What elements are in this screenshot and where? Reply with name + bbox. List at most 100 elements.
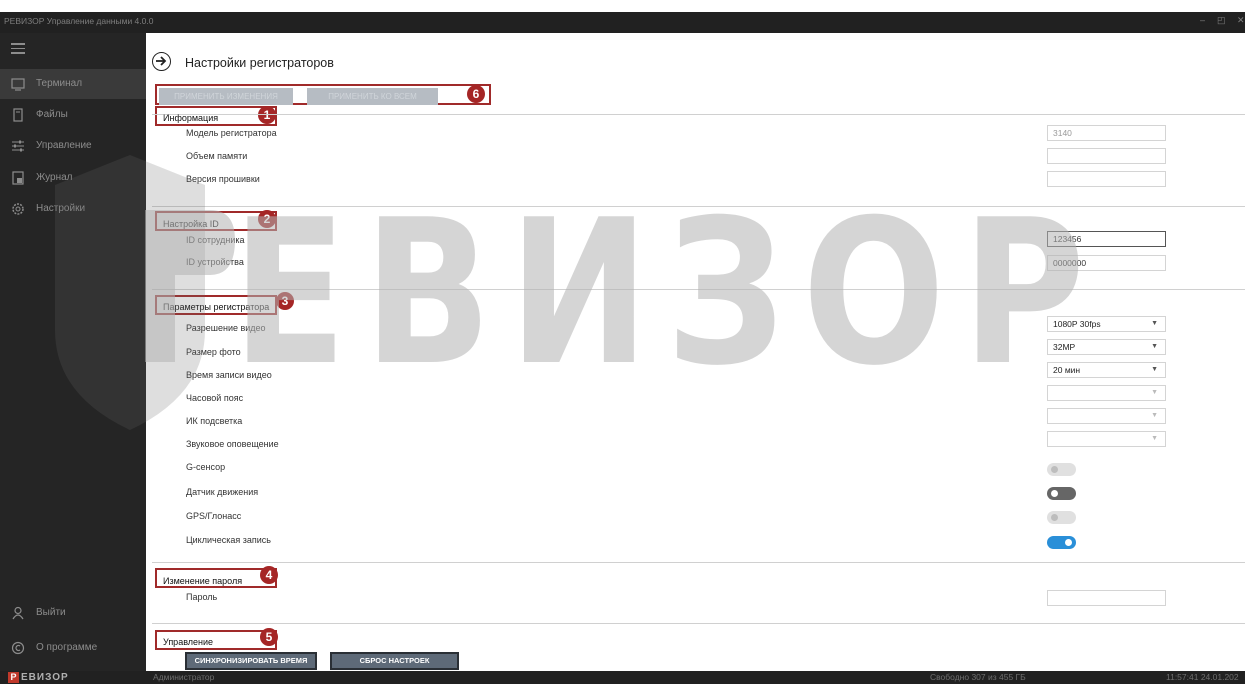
section-divider: [152, 114, 1245, 115]
device-id-field[interactable]: 0000000: [1047, 255, 1166, 271]
chevron-down-icon: ▼: [1151, 412, 1158, 419]
gsensor-toggle[interactable]: [1047, 463, 1076, 476]
apply-all-button[interactable]: ПРИМЕНИТЬ КО ВСЕМ: [307, 88, 438, 105]
badge-4: 4: [260, 566, 278, 584]
photo-size-select[interactable]: 32MP ▼: [1047, 339, 1166, 355]
cyclic-record-toggle[interactable]: [1047, 536, 1076, 549]
journal-icon: [12, 171, 24, 185]
section-title-id: Настройка ID: [163, 219, 219, 229]
reset-settings-button[interactable]: СБРОС НАСТРОЕК: [330, 652, 459, 670]
photo-size-label: Размер фото: [186, 347, 241, 357]
chevron-down-icon: ▼: [1151, 343, 1158, 350]
memory-label: Объем памяти: [186, 151, 248, 161]
sidebar-item-label: Терминал: [36, 78, 83, 89]
sidebar-item-label: Журнал: [36, 172, 73, 183]
video-resolution-label: Разрешение видео: [186, 323, 266, 333]
sync-time-button[interactable]: СИНХРОНИЗИРОВАТЬ ВРЕМЯ: [185, 652, 317, 670]
gsensor-label: G-сенсор: [186, 462, 226, 472]
toggle-knob: [1051, 490, 1058, 497]
logo-mark: Р: [8, 672, 19, 683]
hamburger-menu-icon[interactable]: [11, 43, 25, 57]
badge-3: 3: [276, 292, 294, 310]
section-title-params: Параметры регистратора: [163, 302, 270, 312]
datetime: 11:57:41 24.01.202: [1166, 672, 1239, 682]
sidebar-item-settings[interactable]: Настройки: [0, 194, 146, 224]
sidebar-item-journal[interactable]: Журнал: [0, 163, 146, 193]
sidebar: Терминал Файлы Управление Журнал Настрой…: [0, 33, 146, 671]
minimize-button[interactable]: –: [1200, 15, 1205, 25]
select-value: 32MP: [1053, 342, 1076, 352]
badge-5: 5: [260, 628, 278, 646]
section-divider: [152, 289, 1245, 290]
chevron-down-icon: ▼: [1151, 366, 1158, 373]
terminal-icon: [11, 78, 25, 91]
toggle-knob: [1051, 514, 1058, 521]
toggle-knob: [1065, 539, 1072, 546]
employee-id-field[interactable]: 123456: [1047, 231, 1166, 247]
chevron-down-icon: ▼: [1151, 320, 1158, 327]
video-resolution-select[interactable]: 1080P 30fps ▼: [1047, 316, 1166, 332]
ir-light-label: ИК подсветка: [186, 416, 243, 426]
section-title-password: Изменение пароля: [163, 576, 243, 586]
select-value: 20 мин: [1053, 365, 1081, 375]
badge-1: 1: [258, 106, 276, 124]
employee-id-label: ID сотрудника: [186, 235, 245, 245]
select-value: 1080P 30fps: [1053, 319, 1101, 329]
toggle-knob: [1051, 466, 1058, 473]
sidebar-item-label: О программе: [36, 642, 98, 653]
model-field[interactable]: 3140: [1047, 125, 1166, 141]
current-user: Администратор: [153, 672, 215, 682]
motion-sensor-label: Датчик движения: [186, 487, 259, 497]
motion-sensor-toggle[interactable]: [1047, 487, 1076, 500]
timezone-label: Часовой пояс: [186, 393, 244, 403]
page-title: Настройки регистраторов: [185, 56, 334, 70]
sidebar-item-control[interactable]: Управление: [0, 131, 146, 161]
memory-field[interactable]: [1047, 148, 1166, 164]
model-label: Модель регистратора: [186, 128, 277, 138]
section-title-info: Информация: [163, 113, 219, 123]
restore-button[interactable]: ◰: [1217, 15, 1226, 26]
window-title: РЕВИЗОР Управление данными 4.0.0: [4, 16, 154, 26]
back-button[interactable]: [152, 52, 171, 71]
firmware-field[interactable]: [1047, 171, 1166, 187]
section-divider: [152, 562, 1245, 563]
files-icon: [13, 108, 23, 122]
timezone-select[interactable]: ▼: [1047, 385, 1166, 401]
section-divider: [152, 206, 1245, 207]
gear-icon: [12, 203, 24, 215]
sidebar-item-logout[interactable]: Выйти: [0, 598, 146, 628]
ir-light-select[interactable]: ▼: [1047, 408, 1166, 424]
sound-alert-label: Звуковое оповещение: [186, 439, 279, 449]
user-icon: [12, 606, 24, 620]
watermark-text: ЕВИЗОР: [232, 177, 1102, 410]
close-button[interactable]: ✕: [1237, 15, 1245, 26]
sidebar-item-about[interactable]: О программе: [0, 633, 146, 663]
record-time-select[interactable]: 20 мин ▼: [1047, 362, 1166, 378]
gps-toggle[interactable]: [1047, 511, 1076, 524]
record-time-label: Время записи видео: [186, 370, 272, 380]
sidebar-item-files[interactable]: Файлы: [0, 100, 146, 130]
sidebar-item-terminal[interactable]: Терминал: [0, 69, 146, 99]
password-field[interactable]: [1047, 590, 1166, 606]
copyright-icon: [11, 641, 25, 655]
device-id-label: ID устройства: [186, 257, 244, 267]
section-title-control: Управление: [163, 637, 214, 647]
cyclic-record-label: Циклическая запись: [186, 535, 271, 545]
logo-text: ЕВИЗОР: [21, 672, 69, 683]
sidebar-item-label: Настройки: [36, 203, 86, 214]
sidebar-item-label: Управление: [36, 140, 92, 151]
sliders-icon: [12, 140, 24, 152]
apply-changes-button[interactable]: ПРИМЕНИТЬ ИЗМЕНЕНИЯ: [159, 88, 293, 105]
gps-label: GPS/Глонасс: [186, 511, 242, 521]
sidebar-item-label: Выйти: [36, 607, 66, 618]
status-bar: Р ЕВИЗОР Администратор Свободно 307 из 4…: [0, 671, 1245, 684]
free-space: Свободно 307 из 455 ГБ: [930, 672, 1026, 682]
section-divider: [152, 623, 1245, 624]
sidebar-item-label: Файлы: [36, 109, 68, 120]
title-bar: РЕВИЗОР Управление данными 4.0.0 – ◰ ✕: [0, 0, 1245, 33]
arrow-right-icon: [156, 56, 167, 66]
firmware-label: Версия прошивки: [186, 174, 260, 184]
password-label: Пароль: [186, 592, 218, 602]
sound-alert-select[interactable]: ▼: [1047, 431, 1166, 447]
badge-6: 6: [467, 85, 485, 103]
